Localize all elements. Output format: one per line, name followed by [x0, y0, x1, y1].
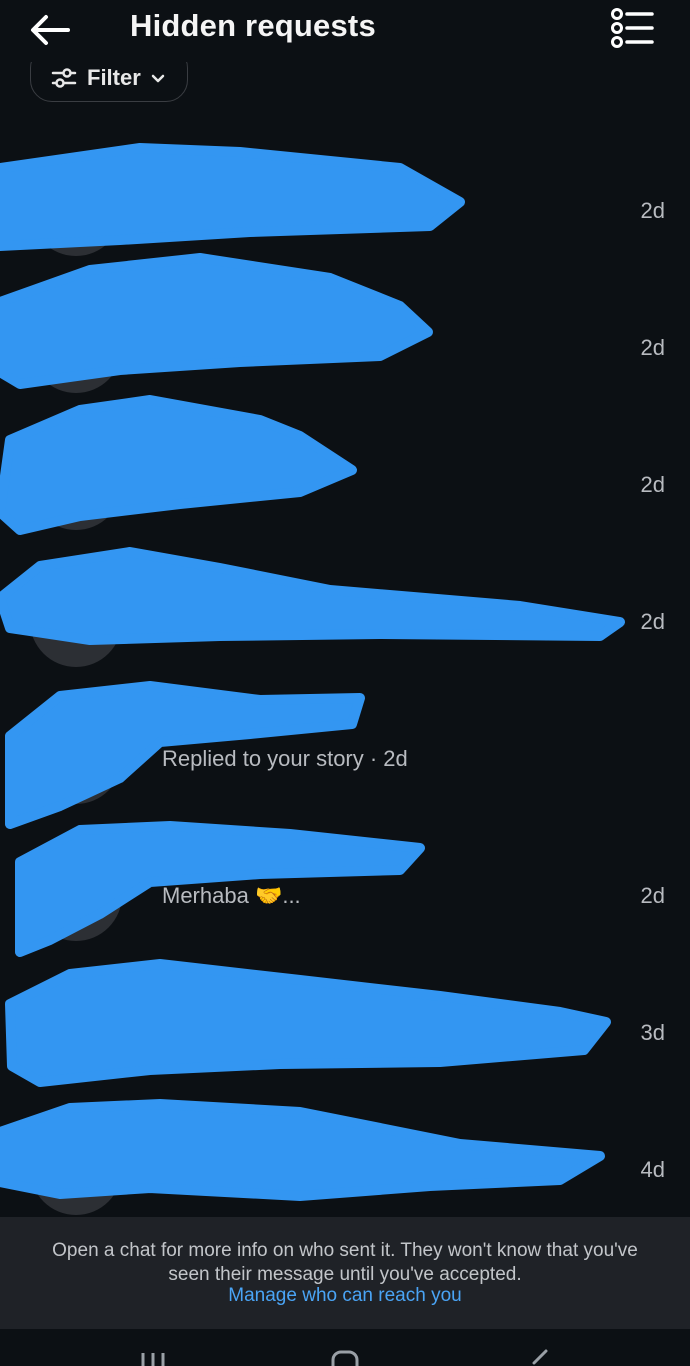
manage-who-can-reach-you-link[interactable]: Manage who can reach you: [0, 1285, 690, 1307]
avatar: [30, 986, 122, 1078]
request-preview: Replied to your story · 2d: [162, 746, 408, 771]
request-time: 2d: [640, 472, 665, 497]
sliders-icon: [51, 68, 77, 88]
request-time: 2d: [640, 198, 665, 223]
request-row[interactable]: Replied to your story · 2d: [0, 688, 690, 825]
request-row[interactable]: 2d: [0, 414, 690, 551]
request-row[interactable]: 2d: [0, 277, 690, 414]
request-row[interactable]: 2d: [0, 140, 690, 277]
filter-label: Filter: [87, 65, 141, 90]
request-time: 3d: [640, 1020, 665, 1045]
avatar: [30, 849, 122, 941]
home-icon[interactable]: [330, 1349, 360, 1366]
avatar: [30, 712, 122, 804]
recent-apps-icon[interactable]: [138, 1349, 168, 1366]
request-row[interactable]: 2d: [0, 551, 690, 688]
request-row[interactable]: Merhaba 🤝... 2d: [0, 825, 690, 962]
request-time: 2d: [640, 883, 665, 908]
system-navigation-bar: [0, 1329, 690, 1366]
notice-text: Open a chat for more info on who sent it…: [52, 1240, 638, 1285]
request-time: 2d: [640, 609, 665, 634]
list-options-button[interactable]: [606, 4, 658, 52]
avatar: [30, 164, 122, 256]
back-button[interactable]: [24, 10, 76, 50]
back-chevron-icon[interactable]: [524, 1349, 554, 1366]
request-time: 4d: [640, 1157, 665, 1182]
request-preview: Merhaba 🤝...: [162, 883, 301, 908]
avatar: [30, 301, 122, 393]
hidden-requests-notice: Open a chat for more info on who sent it…: [0, 1217, 690, 1329]
top-bar: Hidden requests: [0, 0, 690, 62]
avatar: [30, 575, 122, 667]
list-options-icon: [611, 8, 654, 48]
request-row[interactable]: 4d: [0, 1099, 690, 1236]
arrow-left-icon: [31, 15, 70, 45]
request-time: 2d: [640, 335, 665, 360]
avatar: [30, 1123, 122, 1215]
chevron-down-icon: [151, 74, 165, 83]
page-title: Hidden requests: [130, 8, 376, 43]
request-row[interactable]: 3d: [0, 962, 690, 1099]
avatar: [30, 438, 122, 530]
